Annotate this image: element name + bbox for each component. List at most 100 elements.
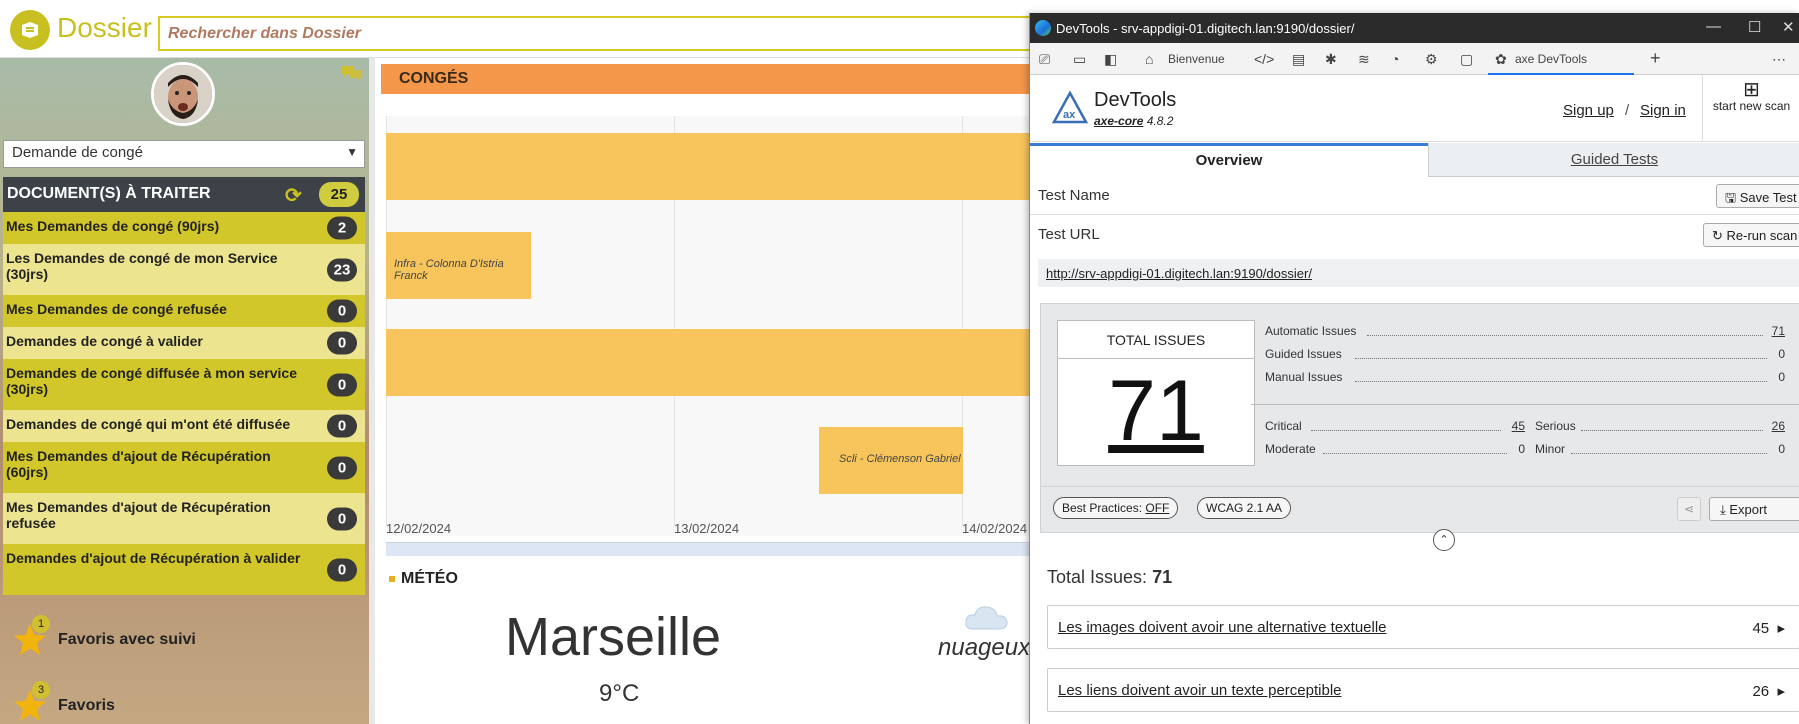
critical-count[interactable]: 45 — [1512, 419, 1525, 433]
application-icon[interactable]: ▢ — [1460, 51, 1473, 68]
gantt-date-label: 14/02/2024 — [962, 521, 1028, 536]
test-url-label: Test URL — [1038, 226, 1100, 243]
favorites-with-tracking-label: Favoris avec suivi — [58, 631, 196, 648]
maximize-icon[interactable]: ☐ — [1748, 18, 1761, 36]
doc-item-refused-leave-requests[interactable]: Mes Demandes de congé refusée 0 — [3, 295, 365, 327]
weather-city: Marseille — [505, 607, 722, 667]
minor-label: Minor — [1535, 442, 1566, 456]
test-url-value[interactable]: http://srv-appdigi-01.digitech.lan:9190/… — [1038, 259, 1799, 287]
doc-item-label: Mes Demandes de congé refusée — [6, 301, 227, 317]
axe-tab-icon: ✿ — [1495, 51, 1507, 67]
dock-side-icon[interactable]: ◧ — [1104, 51, 1117, 68]
guided-issues-count: 0 — [1778, 347, 1785, 361]
collapse-summary-chevron-up-icon[interactable]: ⌃ — [1433, 529, 1455, 551]
total-issues-label: TOTAL ISSUES — [1058, 321, 1254, 359]
more-options-icon[interactable]: ⋯ — [1772, 51, 1786, 68]
avatar[interactable] — [151, 62, 215, 126]
issue-group-count: 26 ▸ — [1752, 682, 1785, 700]
documents-total-badge: 25 — [319, 182, 359, 207]
issue-group-item[interactable]: Les liens doivent avoir un texte percept… — [1047, 668, 1799, 712]
gantt-bar-label: Scli - Clémenson Gabriel — [839, 453, 961, 465]
favorites-with-tracking[interactable]: 1 Favoris avec suivi — [12, 615, 312, 662]
share-icon[interactable]: ⋖ — [1677, 497, 1701, 521]
edge-browser-icon — [1035, 20, 1051, 36]
best-practices-toggle[interactable]: Best Practices: OFF — [1053, 497, 1179, 519]
issues-summary-panel: TOTAL ISSUES 71 Automatic Issues 71 Guid… — [1040, 303, 1799, 533]
meteo-title: MÉTÉO — [401, 570, 458, 587]
doc-item-leave-shared-with-me[interactable]: Demandes de congé qui m'ont été diffusée… — [3, 410, 365, 442]
dotted-leader — [1355, 358, 1767, 359]
close-icon[interactable]: ✕ — [1782, 18, 1795, 36]
tab-welcome[interactable]: Bienvenue — [1168, 52, 1225, 66]
tab-overview[interactable]: Overview — [1030, 143, 1428, 177]
dossier-logo-icon[interactable] — [10, 10, 50, 50]
test-url-row: Test URL ↻ Re-run scan — [1030, 215, 1799, 255]
document-type-select[interactable]: Demande de congé ▼ — [3, 140, 365, 168]
automatic-issues-count[interactable]: 71 — [1772, 324, 1785, 338]
moderate-stat: Moderate 0 — [1265, 442, 1525, 458]
doc-item-count: 0 — [327, 299, 357, 323]
doc-item-count: 0 — [327, 507, 357, 530]
gantt-bar[interactable] — [386, 329, 1036, 396]
axe-core-version-number: 4.8.2 — [1146, 114, 1174, 128]
conges-section-header: CONGÉS — [381, 64, 1031, 94]
minimize-icon[interactable]: — — [1706, 18, 1721, 35]
performance-icon[interactable]: ◔ — [1391, 51, 1399, 67]
start-new-scan-button[interactable]: ⊞ start new scan — [1702, 75, 1799, 142]
gantt-scrollbar[interactable] — [386, 542, 1036, 556]
console-icon[interactable]: ▤ — [1292, 51, 1305, 68]
export-button[interactable]: ⤓ Export — [1709, 497, 1799, 521]
total-issues-card: TOTAL ISSUES 71 — [1057, 320, 1255, 466]
critical-stat: Critical 45 — [1265, 419, 1525, 435]
doc-item-count: 2 — [327, 216, 357, 240]
refresh-icon[interactable]: ⟳ — [285, 183, 302, 208]
device-emulation-icon[interactable]: ▭ — [1073, 51, 1086, 68]
devtools-title-bar[interactable]: DevTools - srv-appdigi-01.digitech.lan:9… — [1030, 13, 1799, 43]
sign-in-link[interactable]: Sign in — [1640, 102, 1686, 119]
issue-group-title[interactable]: Les images doivent avoir une alternative… — [1058, 619, 1387, 636]
doc-item-leave-to-validate[interactable]: Demandes de congé à valider 0 — [3, 327, 365, 359]
tab-axe-devtools[interactable]: axe DevTools — [1515, 52, 1587, 66]
gantt-date-label: 12/02/2024 — [386, 521, 452, 536]
save-test-button[interactable]: 🖫 Save Test — [1716, 184, 1799, 208]
issue-group-item[interactable]: Les images doivent avoir une alternative… — [1047, 605, 1799, 649]
svg-text:ax: ax — [1063, 109, 1076, 121]
doc-item-count: 0 — [327, 414, 357, 438]
doc-item-my-recovery-requests[interactable]: Mes Demandes d'ajout de Récupération (60… — [3, 442, 365, 493]
inspect-device-icon[interactable]: ⎚ — [1039, 51, 1050, 68]
total-issues-count[interactable]: 71 — [1058, 359, 1254, 463]
doc-item-label: Mes Demandes de congé (90jrs) — [6, 218, 220, 234]
doc-item-recovery-to-validate[interactable]: Demandes d'ajout de Récupération à valid… — [3, 544, 365, 595]
save-icon: 🖫 — [1725, 190, 1737, 205]
plus-square-icon: ⊞ — [1743, 79, 1760, 101]
gantt-bar[interactable]: Scli - Clémenson Gabriel — [819, 427, 963, 494]
settings-gear-icon[interactable]: ⚙ — [1425, 51, 1438, 68]
elements-icon[interactable]: </> — [1254, 51, 1274, 67]
doc-item-leave-shared-with-service[interactable]: Demandes de congé diffusée à mon service… — [3, 359, 365, 410]
gantt-bar-label: Infra - Colonna D'Istria Franck — [394, 258, 504, 282]
sidebar: Demande de congé ▼ DOCUMENT(S) À TRAITER… — [0, 58, 369, 724]
doc-item-service-leave-requests[interactable]: Les Demandes de congé de mon Service (30… — [3, 244, 365, 295]
doc-item-refused-recovery-requests[interactable]: Mes Demandes d'ajout de Récupération ref… — [3, 493, 365, 544]
wcag-level-selector[interactable]: WCAG 2.1 AA — [1197, 497, 1292, 519]
automatic-issues-stat: Automatic Issues 71 — [1265, 324, 1785, 340]
rerun-scan-button[interactable]: ↻ Re-run scan — [1703, 223, 1799, 247]
gantt-bar[interactable] — [386, 133, 1036, 200]
sign-up-link[interactable]: Sign up — [1563, 102, 1614, 119]
gantt-bar[interactable]: Infra - Colonna D'Istria Franck — [386, 232, 531, 299]
serious-count[interactable]: 26 — [1772, 419, 1785, 433]
chat-icon[interactable] — [341, 64, 363, 85]
tab-guided-tests[interactable]: Guided Tests — [1428, 143, 1799, 177]
doc-item-label: Demandes de congé à valider — [6, 333, 203, 349]
network-wifi-icon[interactable]: ≋ — [1358, 51, 1370, 68]
home-icon[interactable]: ⌂ — [1145, 51, 1153, 67]
add-tab-icon[interactable]: + — [1650, 48, 1661, 69]
doc-item-my-leave-requests[interactable]: Mes Demandes de congé (90jrs) 2 — [3, 212, 365, 244]
debugger-bug-icon[interactable]: ✱ — [1325, 51, 1337, 68]
export-label: Export — [1729, 502, 1767, 517]
favorites[interactable]: 3 Favoris — [12, 681, 312, 724]
axe-core-link[interactable]: axe-core — [1094, 114, 1143, 128]
search-input[interactable]: Rechercher dans Dossier — [158, 16, 1038, 51]
issue-group-title[interactable]: Les liens doivent avoir un texte percept… — [1058, 682, 1342, 699]
favorites-with-tracking-count: 1 — [32, 615, 50, 633]
